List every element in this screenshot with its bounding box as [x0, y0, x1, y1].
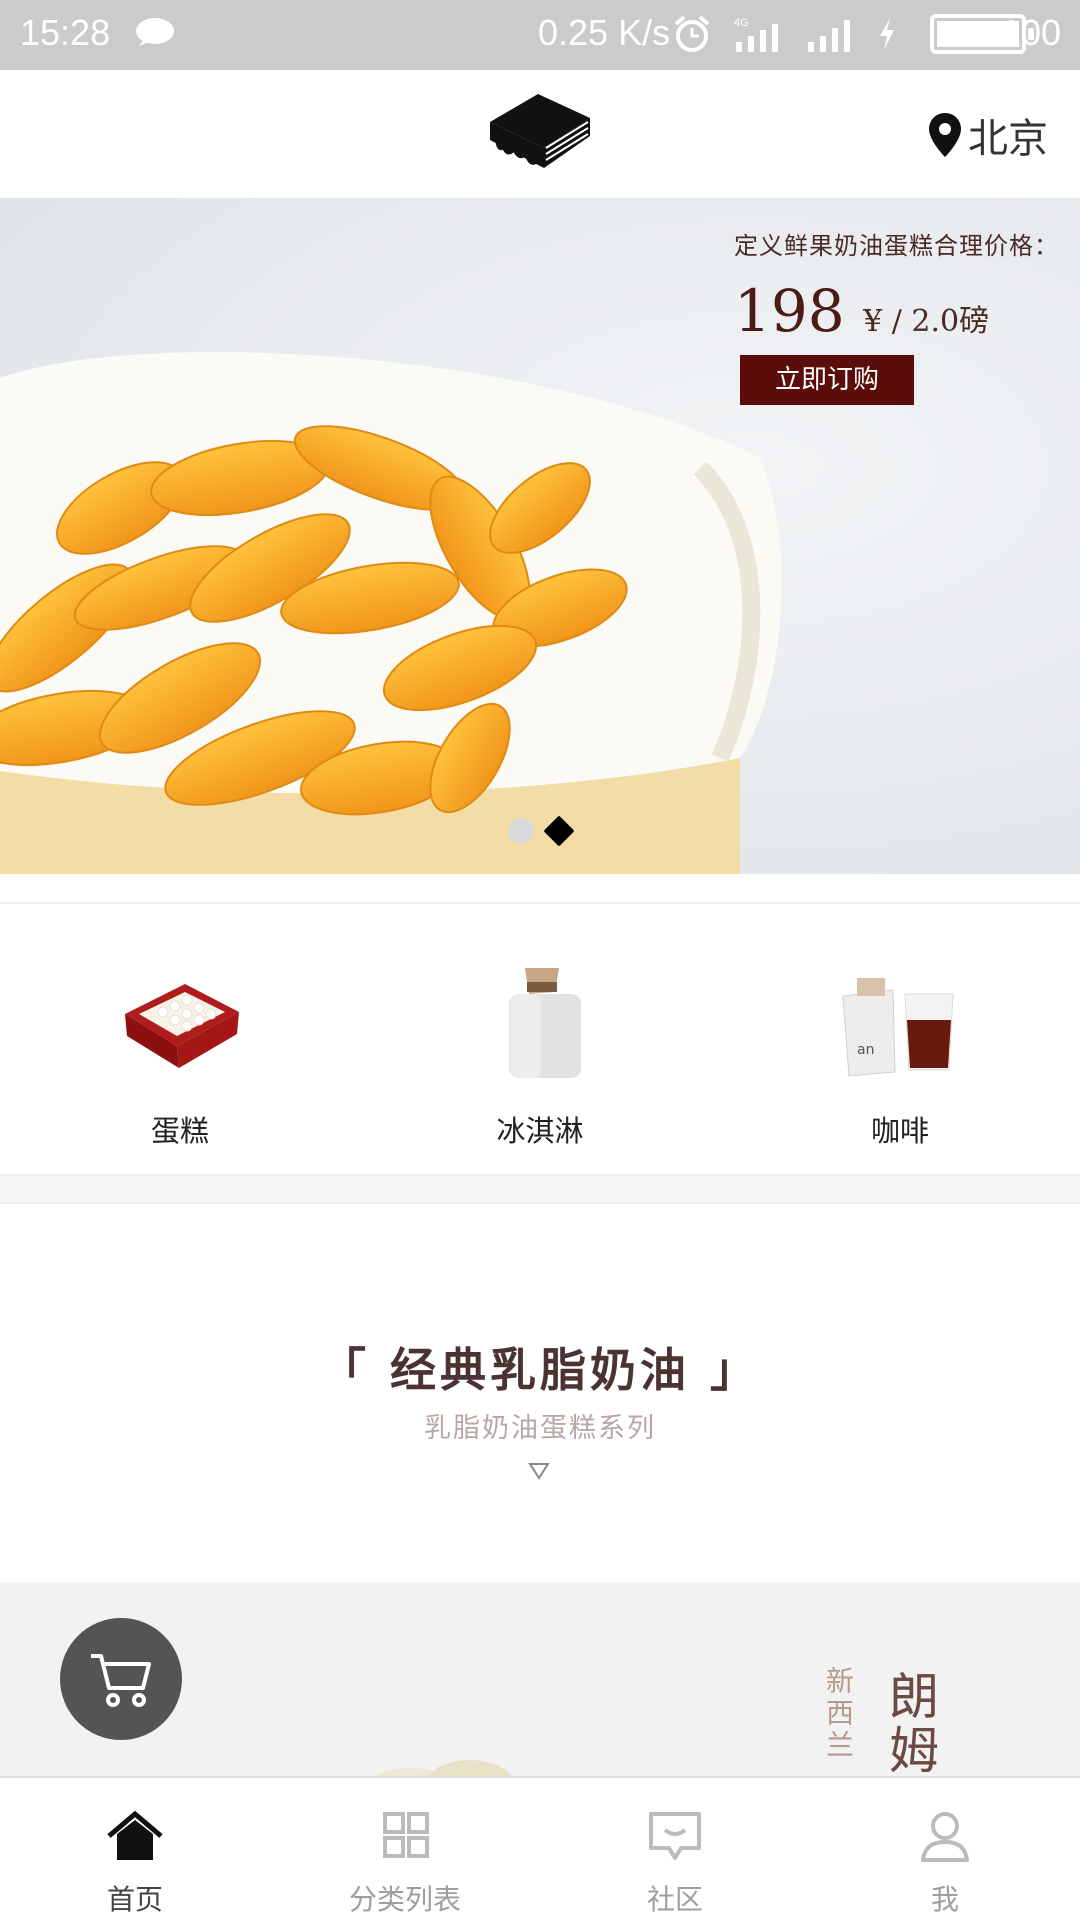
- promo-banner[interactable]: 定义鲜果奶油蛋糕合理价格： 198 ¥ / 2.0磅 立即订购: [0, 198, 1080, 874]
- category-label: 蛋糕: [150, 1114, 209, 1148]
- product-name: 朗姆: [881, 1670, 939, 1778]
- cake-icon: [125, 984, 239, 1068]
- mango-cake-image: [0, 352, 782, 874]
- user-icon: [921, 1812, 969, 1862]
- product-origin: 新西兰: [822, 1666, 855, 1762]
- promo-price: 198 ¥ / 2.0磅: [734, 277, 1059, 345]
- message-icon: [136, 18, 174, 46]
- cake-logo-icon[interactable]: [486, 88, 594, 176]
- chat-icon: [649, 1812, 701, 1860]
- price-unit: ¥ / 2.0磅: [863, 304, 990, 339]
- status-time: 15:28: [20, 12, 111, 53]
- carousel-dot-active[interactable]: [543, 815, 575, 847]
- expand-arrow-icon[interactable]: [528, 1462, 550, 1480]
- charging-icon: [880, 18, 894, 50]
- tab-me[interactable]: 我: [810, 1778, 1080, 1920]
- promo-headline: 定义鲜果奶油蛋糕合理价格：: [734, 232, 1059, 260]
- svg-text:an: an: [857, 1042, 874, 1058]
- home-icon: [107, 1810, 163, 1860]
- floating-cart-button[interactable]: [60, 1618, 182, 1740]
- signal-4g-icon: 4G: [734, 17, 778, 52]
- location-selector[interactable]: 北京: [926, 106, 1048, 164]
- alarm-icon: [674, 15, 710, 52]
- carousel-dot[interactable]: [508, 818, 534, 844]
- app-header: 北京: [0, 70, 1080, 198]
- category-cake[interactable]: 蛋糕: [0, 904, 360, 1174]
- buy-now-button[interactable]: 立即订购: [740, 355, 914, 405]
- flower-decoration: [371, 1760, 513, 1778]
- status-icons: 4G: [672, 14, 898, 54]
- grid-icon: [383, 1812, 429, 1858]
- tab-label: 分类列表: [348, 1883, 461, 1916]
- series-heading: 「 经典乳脂奶油 」 乳脂奶油蛋糕系列: [0, 1204, 1080, 1582]
- promo-text: 定义鲜果奶油蛋糕合理价格： 198 ¥ / 2.0磅 立即订购: [734, 226, 1059, 405]
- signal-icon: [808, 20, 850, 52]
- category-label: 冰淇淋: [496, 1114, 584, 1148]
- bottom-tab-bar: 首页 分类列表 社区 我: [0, 1776, 1080, 1920]
- battery-level: 100: [1001, 12, 1062, 53]
- category-coffee[interactable]: an 咖啡: [720, 904, 1080, 1174]
- carousel-indicator: [508, 815, 575, 847]
- category-row: 蛋糕 冰淇淋 an 咖啡: [0, 904, 1080, 1174]
- series-subtitle: 乳脂奶油蛋糕系列: [424, 1413, 656, 1444]
- cart-icon: [91, 1654, 151, 1707]
- section-gap: [0, 1174, 1080, 1204]
- category-label: 咖啡: [870, 1114, 929, 1148]
- location-pin-icon: [929, 113, 961, 157]
- tab-label: 我: [930, 1883, 959, 1916]
- tab-community[interactable]: 社区: [540, 1778, 810, 1920]
- price-value: 198: [734, 277, 845, 345]
- tab-label: 首页: [106, 1883, 163, 1916]
- tab-label: 社区: [646, 1883, 703, 1916]
- svg-text:4G: 4G: [734, 17, 749, 29]
- ice-cream-icon: [509, 968, 581, 1078]
- location-label: 北京: [968, 116, 1048, 162]
- status-bar: 15:28 0.25 K/s 4G 100: [0, 0, 1080, 70]
- coffee-icon: an: [842, 978, 954, 1077]
- tab-categories[interactable]: 分类列表: [270, 1778, 540, 1920]
- tab-home[interactable]: 首页: [0, 1778, 270, 1920]
- network-speed: 0.25 K/s: [538, 12, 671, 53]
- series-title: 「 经典乳脂奶油 」: [319, 1343, 761, 1397]
- category-ice-cream[interactable]: 冰淇淋: [360, 904, 720, 1174]
